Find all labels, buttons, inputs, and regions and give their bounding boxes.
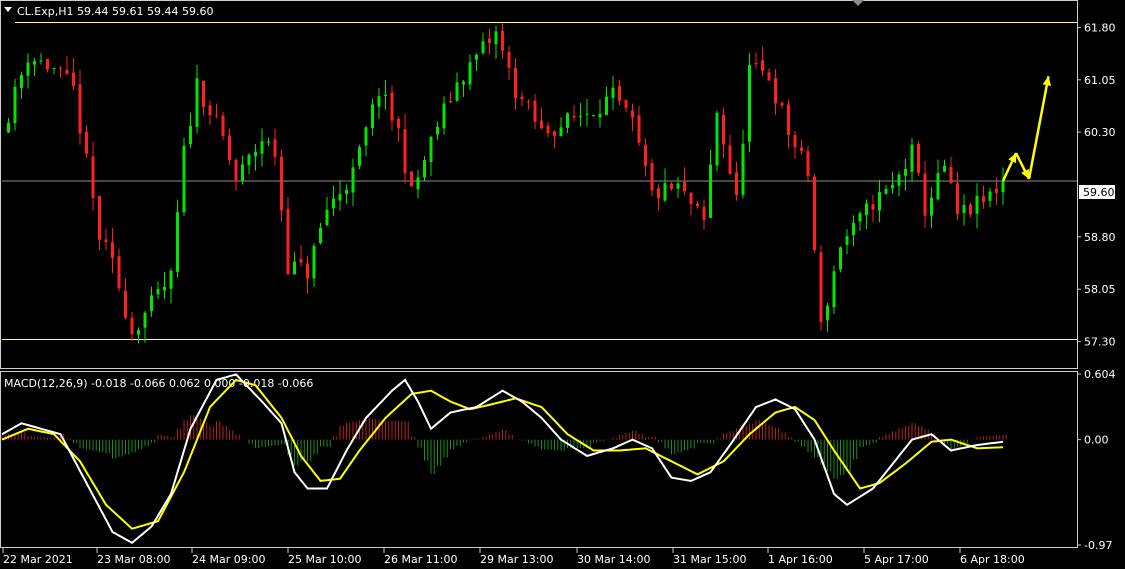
candle (832, 265, 836, 314)
candle (410, 171, 413, 187)
price-header: CL.Exp,H1 59.44 59.61 59.44 59.60 (17, 5, 213, 18)
chart-background (0, 0, 1125, 569)
price-tick-label: 58.80 (1084, 231, 1116, 244)
macd-tick-label: 0.604 (1084, 368, 1116, 381)
candle (358, 144, 361, 170)
candle (813, 173, 816, 253)
time-tick-label: 29 Mar 13:00 (480, 553, 553, 566)
time-tick-label: 24 Mar 09:00 (192, 553, 265, 566)
candle (819, 245, 823, 331)
price-tick-label: 61.80 (1084, 21, 1116, 34)
macd-tick-label: -0.97 (1084, 539, 1112, 552)
time-tick-label: 26 Mar 11:00 (384, 553, 457, 566)
macd-tick-label: 0.00 (1084, 434, 1109, 447)
candle (182, 137, 186, 216)
macd-header: MACD(12,26,9) -0.018 -0.066 0.062 0.000 … (4, 377, 313, 390)
time-tick-label: 25 Mar 10:00 (288, 553, 361, 566)
trading-chart[interactable]: CL.Exp,H1 59.44 59.61 59.44 59.60 61.80 6… (0, 0, 1125, 569)
time-tick-label: 5 Apr 17:00 (864, 553, 929, 566)
current-price-box: 59.60 (1079, 185, 1115, 199)
time-tick-label: 30 Mar 14:00 (577, 553, 650, 566)
time-tick-label: 1 Apr 16:00 (768, 553, 833, 566)
candle (715, 110, 719, 172)
time-tick-label: 22 Mar 2021 (3, 553, 73, 566)
price-tick-label: 60.30 (1084, 126, 1116, 139)
time-tick-label: 23 Mar 08:00 (97, 553, 170, 566)
price-tick-label: 58.05 (1084, 283, 1116, 296)
time-tick-label: 31 Mar 15:00 (673, 553, 746, 566)
candle (839, 246, 842, 273)
price-tick-label: 57.30 (1084, 336, 1116, 349)
candle (748, 53, 751, 153)
time-tick-label: 6 Apr 18:00 (960, 553, 1025, 566)
candle (221, 111, 225, 141)
current-price-label: 59.60 (1083, 186, 1115, 199)
price-tick-label: 61.05 (1084, 74, 1116, 87)
candle (917, 140, 920, 176)
